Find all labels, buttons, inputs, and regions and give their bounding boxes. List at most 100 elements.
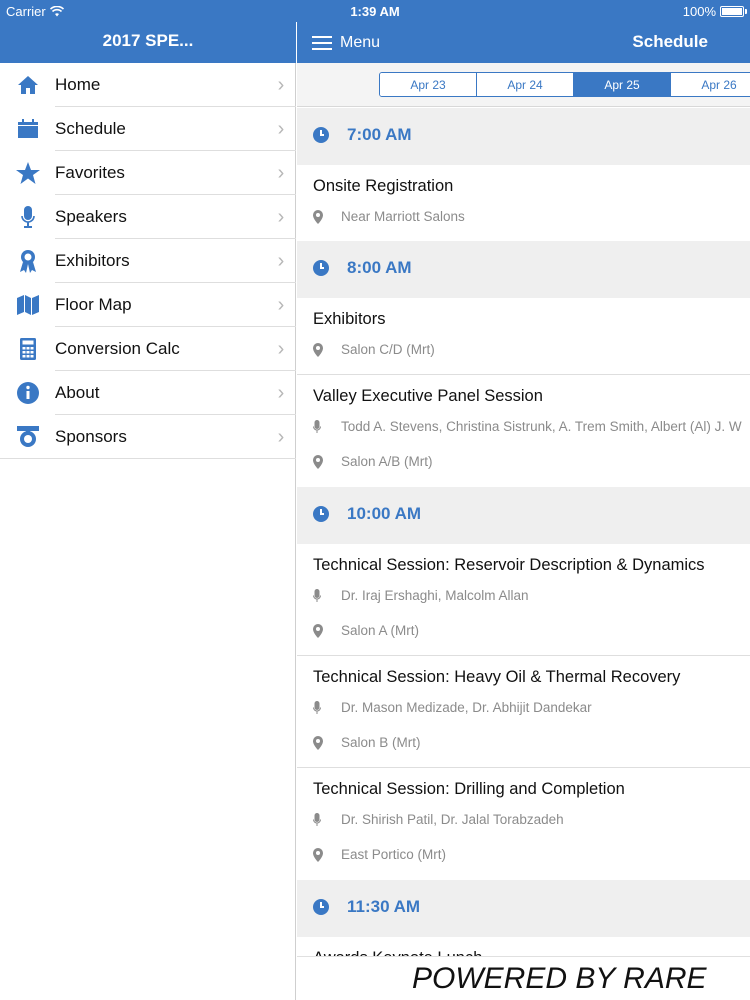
date-tab-apr-24[interactable]: Apr 24 — [477, 73, 574, 96]
location-pin-icon — [313, 454, 341, 469]
star-icon — [0, 162, 55, 184]
event-location: Salon A/B (Mrt) — [313, 444, 750, 479]
event-speakers: Dr. Mason Medizade, Dr. Abhijit Dandekar — [313, 690, 750, 725]
event-title: Valley Executive Panel Session — [313, 387, 543, 405]
location-pin-icon — [313, 623, 341, 638]
sidebar-item-label: Sponsors — [55, 427, 127, 446]
chevron-right-icon: › — [277, 205, 285, 228]
sidebar-item-label: Conversion Calc — [55, 339, 180, 358]
event-location: East Portico (Mrt) — [313, 837, 750, 872]
clock-icon — [313, 259, 329, 276]
schedule-event[interactable]: Technical Session: Reservoir Description… — [297, 544, 750, 656]
time-label: 7:00 AM — [347, 124, 412, 144]
sidebar-item-schedule[interactable]: Schedule › — [0, 107, 296, 151]
battery-indicator: 100% — [682, 4, 747, 19]
sidebar-item-conversion-calc[interactable]: Conversion Calc › — [0, 327, 296, 371]
event-title: Exhibitors — [313, 310, 386, 328]
microphone-icon — [313, 812, 341, 827]
schedule-list: 7:00 AM Onsite Registration Near Marriot… — [297, 108, 750, 997]
menu-button[interactable]: Menu — [312, 22, 380, 63]
clock-icon — [313, 898, 329, 915]
microphone-icon — [313, 588, 341, 603]
sidebar-item-sponsors[interactable]: Sponsors › — [0, 415, 296, 459]
sidebar-item-label: Schedule — [55, 119, 126, 138]
microphone-icon — [313, 419, 341, 434]
schedule-event[interactable]: Exhibitors Salon C/D (Mrt) — [297, 298, 750, 375]
chevron-right-icon: › — [277, 425, 285, 448]
date-segmented-control: Apr 23 Apr 24 Apr 25 Apr 26 — [379, 72, 750, 97]
schedule-event[interactable]: Valley Executive Panel Session Todd A. S… — [297, 375, 750, 487]
sidebar-item-favorites[interactable]: Favorites › — [0, 151, 296, 195]
sidebar-item-label: Home — [55, 75, 101, 94]
sidebar-item-label: Speakers — [55, 207, 127, 226]
event-speakers: Todd A. Stevens, Christina Sistrunk, A. … — [313, 409, 750, 444]
battery-icon — [720, 6, 747, 17]
microphone-icon — [0, 206, 55, 228]
sidebar-item-about[interactable]: About › — [0, 371, 296, 415]
main-header: Menu Schedule — [297, 22, 750, 63]
microphone-icon — [313, 700, 341, 715]
event-title: Onsite Registration — [313, 177, 454, 195]
event-title: Technical Session: Drilling and Completi… — [313, 780, 625, 798]
date-tab-apr-23[interactable]: Apr 23 — [380, 73, 477, 96]
event-location: Near Marriott Salons — [313, 199, 750, 234]
chevron-right-icon: › — [277, 337, 285, 360]
date-tab-apr-25[interactable]: Apr 25 — [574, 73, 671, 96]
schedule-event[interactable]: Technical Session: Heavy Oil & Thermal R… — [297, 656, 750, 768]
sidebar-menu: Home › Schedule › Favorites › Speakers › — [0, 63, 296, 459]
ribbon-icon — [0, 249, 55, 273]
hamburger-icon — [312, 35, 332, 50]
event-location: Salon A (Mrt) — [313, 613, 750, 648]
time-label: 11:30 AM — [347, 896, 421, 916]
schedule-event[interactable]: Onsite Registration Near Marriott Salons — [297, 165, 750, 241]
menu-label: Menu — [340, 33, 381, 51]
home-icon — [0, 75, 55, 95]
sidebar-title: 2017 SPE... — [0, 22, 296, 63]
event-speakers: Dr. Iraj Ershaghi, Malcolm Allan — [313, 578, 750, 613]
chevron-right-icon: › — [277, 117, 285, 140]
time-label: 10:00 AM — [347, 503, 422, 523]
location-pin-icon — [313, 847, 341, 862]
clock-icon — [313, 505, 329, 522]
time-section-header: 7:00 AM — [297, 108, 750, 165]
sidebar-item-floor-map[interactable]: Floor Map › — [0, 283, 296, 327]
calendar-icon — [0, 119, 55, 139]
location-pin-icon — [313, 735, 341, 750]
chevron-right-icon: › — [277, 249, 285, 272]
event-location: Salon B (Mrt) — [313, 725, 750, 760]
status-bar: Carrier 1:39 AM 100% — [0, 0, 750, 22]
location-pin-icon — [313, 342, 341, 357]
clock-icon — [313, 126, 329, 143]
sidebar-item-label: About — [55, 383, 100, 402]
event-title: Technical Session: Heavy Oil & Thermal R… — [313, 668, 681, 686]
map-icon — [0, 295, 55, 315]
battery-percent: 100% — [682, 4, 716, 19]
sidebar-item-speakers[interactable]: Speakers › — [0, 195, 296, 239]
sidebar-item-home[interactable]: Home › — [0, 63, 296, 107]
powered-by-banner: POWERED BY RARE — [297, 956, 750, 1000]
sidebar-item-label: Floor Map — [55, 295, 132, 314]
sidebar-item-label: Favorites — [55, 163, 125, 182]
sidebar-item-label: Exhibitors — [55, 251, 130, 270]
time-label: 8:00 AM — [347, 257, 412, 277]
chevron-right-icon: › — [277, 161, 285, 184]
event-location: Salon C/D (Mrt) — [313, 332, 750, 367]
main-panel: Menu Schedule Apr 23 Apr 24 Apr 25 Apr 2… — [297, 0, 750, 1000]
chevron-right-icon: › — [277, 73, 285, 96]
location-pin-icon — [313, 209, 341, 224]
schedule-event[interactable]: Technical Session: Drilling and Completi… — [297, 768, 750, 880]
sidebar-item-exhibitors[interactable]: Exhibitors › — [0, 239, 296, 283]
time-section-header: 8:00 AM — [297, 241, 750, 298]
sidebar: 2017 SPE... Home › Schedule › Favorites … — [0, 0, 296, 1000]
date-selector-bar: Apr 23 Apr 24 Apr 25 Apr 26 — [297, 63, 750, 107]
clock-time: 1:39 AM — [350, 4, 400, 19]
info-icon — [0, 382, 55, 404]
date-tab-apr-26[interactable]: Apr 26 — [671, 73, 750, 96]
event-title: Technical Session: Reservoir Description… — [313, 556, 705, 574]
chevron-right-icon: › — [277, 381, 285, 404]
sponsor-icon — [0, 426, 55, 448]
event-speakers: Dr. Shirish Patil, Dr. Jalal Torabzadeh — [313, 802, 750, 837]
time-section-header: 11:30 AM — [297, 880, 750, 937]
chevron-right-icon: › — [277, 293, 285, 316]
time-section-header: 10:00 AM — [297, 487, 750, 544]
